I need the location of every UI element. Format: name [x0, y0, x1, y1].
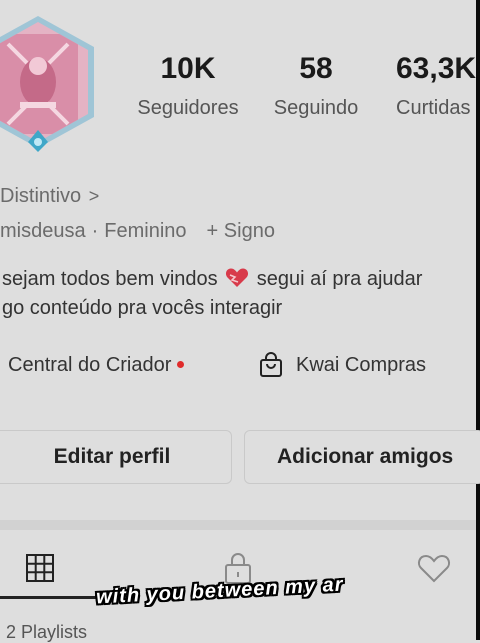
edit-profile-button[interactable]: Editar perfil	[0, 430, 232, 484]
profile-avatar[interactable]	[0, 14, 98, 154]
creator-center-link[interactable]: Central do Criador	[8, 354, 185, 377]
kwai-shop-label: Kwai Compras	[296, 353, 427, 376]
heart-outline-icon	[417, 554, 451, 583]
likes-count: 63,3K	[396, 52, 477, 85]
kwai-shop-link[interactable]: Kwai Compras	[258, 352, 426, 378]
badge-label: Distintivo	[0, 185, 82, 207]
gender-label: Feminino	[104, 220, 187, 242]
bio-line-1: sejam todos bem vindos segui aí pra ajud…	[2, 265, 422, 294]
following-label: Seguindo	[273, 97, 359, 119]
chevron-right-icon: >	[88, 186, 100, 206]
tab-liked[interactable]	[414, 548, 454, 588]
tab-posts[interactable]	[20, 548, 60, 588]
bio-text-b: segui aí pra ajudar	[256, 268, 423, 290]
add-sign-button[interactable]: + Signo	[207, 220, 275, 242]
profile-links: Central do Criador Kwai Compras	[0, 352, 476, 384]
badge-link[interactable]: Distintivo >	[0, 185, 99, 208]
bio-line-2: go conteúdo pra vocês interagir	[2, 297, 283, 319]
add-friends-button[interactable]: Adicionar amigos	[244, 430, 480, 484]
profile-meta: misdeusa · Feminino + Signo	[0, 220, 275, 243]
following-stat[interactable]: 58 Seguindo	[264, 50, 368, 120]
followers-count: 10K	[160, 52, 216, 85]
heart-emoji-icon	[226, 268, 249, 287]
followers-stat[interactable]: 10K Seguidores	[128, 50, 248, 120]
bio-text-a: sejam todos bem vindos	[2, 268, 218, 290]
avatar-image	[0, 16, 94, 152]
shopping-bag-icon	[260, 352, 282, 377]
meta-separator: ·	[91, 220, 99, 242]
creator-center-label: Central do Criador	[8, 354, 172, 376]
following-count: 58	[299, 52, 333, 85]
likes-stat[interactable]: 63,3K Curtidas	[396, 50, 480, 120]
profile-bio: sejam todos bem vindos segui aí pra ajud…	[2, 265, 422, 323]
followers-label: Seguidores	[137, 97, 239, 119]
active-tab-indicator	[0, 596, 100, 599]
notification-dot	[177, 361, 185, 368]
username: misdeusa	[0, 220, 86, 242]
grid-icon	[26, 554, 54, 582]
section-divider	[0, 520, 476, 530]
likes-label: Curtidas	[396, 97, 471, 119]
